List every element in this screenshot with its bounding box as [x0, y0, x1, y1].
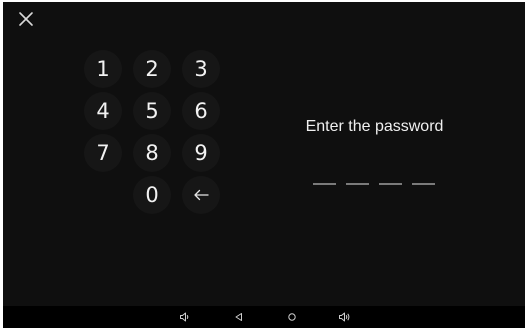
password-screen: 1 2 3 4 5 6 7 8 9 0 Enter the password: [3, 2, 525, 328]
close-icon: [19, 12, 33, 26]
password-slot-4: [412, 183, 435, 185]
home-button[interactable]: [285, 310, 299, 324]
home-icon: [288, 313, 296, 321]
back-icon: [235, 313, 242, 321]
key-9[interactable]: 9: [183, 135, 219, 171]
key-6[interactable]: 6: [183, 93, 219, 129]
key-7[interactable]: 7: [85, 135, 121, 171]
password-slot-3: [379, 183, 402, 185]
key-1[interactable]: 1: [85, 51, 121, 87]
volume-down-button[interactable]: [178, 310, 192, 324]
navigation-bar: [3, 306, 525, 328]
close-button[interactable]: [17, 10, 35, 28]
key-5[interactable]: 5: [134, 93, 170, 129]
back-button[interactable]: [232, 310, 246, 324]
volume-up-button[interactable]: [337, 310, 351, 324]
volume-up-icon: [338, 312, 349, 322]
password-prompt: Enter the password: [305, 118, 444, 135]
key-0[interactable]: 0: [134, 177, 170, 213]
backspace-button[interactable]: [183, 177, 219, 213]
key-4[interactable]: 4: [85, 93, 121, 129]
key-3[interactable]: 3: [183, 51, 219, 87]
password-slot-2: [346, 183, 369, 185]
password-slots: [313, 183, 435, 185]
volume-down-icon: [180, 312, 189, 322]
key-8[interactable]: 8: [134, 135, 170, 171]
backspace-arrow-icon: [194, 189, 209, 201]
key-2[interactable]: 2: [134, 51, 170, 87]
password-slot-1: [313, 183, 336, 185]
